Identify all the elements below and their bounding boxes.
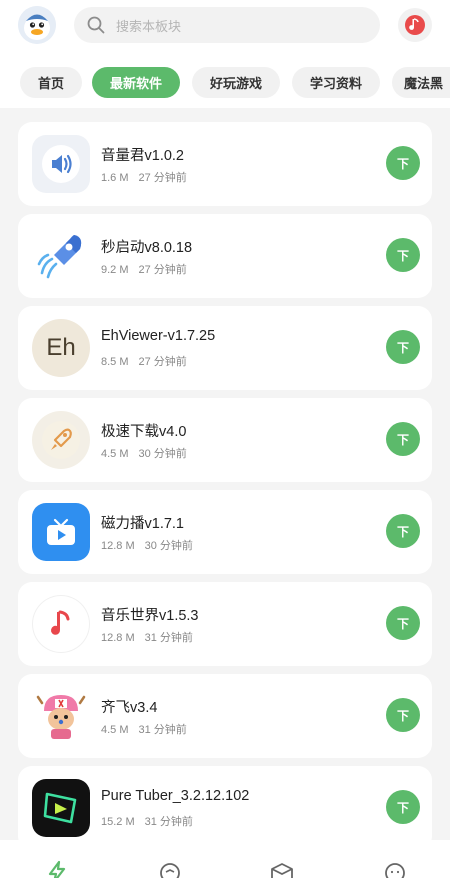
chat-bubble-icon [160,863,180,878]
nav-profile[interactable] [381,860,409,878]
app-meta: 9.2 M 27 分钟前 [101,261,187,277]
tab-magic[interactable]: 魔法黑 [392,67,450,98]
app-size: 8.5 M [101,356,129,368]
app-meta: 4.5 M 31 分钟前 [101,721,187,737]
app-name: 秒启动v8.0.18 [101,240,193,256]
lightning-icon [48,860,66,878]
list-item[interactable]: Eh EhViewer-v1.7.25 8.5 M 27 分钟前 下 [18,306,432,390]
download-button[interactable]: 下 [386,330,420,364]
rocket-badge-icon [32,411,90,469]
download-button[interactable]: 下 [386,514,420,548]
app-size: 9.2 M [101,264,129,276]
app-time: 27 分钟前 [138,172,187,184]
app-size: 1.6 M [101,172,129,184]
download-button[interactable]: 下 [386,238,420,272]
download-button[interactable]: 下 [386,606,420,640]
app-size: 12.8 M [101,632,135,644]
app-name: 音量君v1.0.2 [101,148,184,164]
list-item[interactable]: 极速下载v4.0 4.5 M 30 分钟前 下 [18,398,432,482]
pure-tuber-icon [32,779,90,837]
app-time: 31 分钟前 [138,724,187,736]
eh-icon: Eh [32,319,90,377]
rocket-icon [32,227,90,285]
music-disc-icon [405,15,425,35]
list-item[interactable]: 音乐世界v1.5.3 12.8 M 31 分钟前 下 [18,582,432,666]
tv-play-icon [32,503,90,561]
app-name: 极速下载v4.0 [101,424,187,440]
app-name: 音乐世界v1.5.3 [101,608,199,624]
app-meta: 12.8 M 30 分钟前 [101,537,193,553]
app-meta: 12.8 M 31 分钟前 [101,629,193,645]
search-icon [87,16,105,34]
app-size: 4.5 M [101,448,129,460]
app-meta: 4.5 M 30 分钟前 [101,445,187,461]
app-meta: 1.6 M 27 分钟前 [101,169,187,185]
app-name: 磁力播v1.7.1 [101,516,184,532]
nav-home[interactable] [43,860,71,878]
app-time: 31 分钟前 [144,816,193,828]
chopper-icon [32,687,90,745]
music-note-icon [32,595,90,653]
app-size: 12.8 M [101,540,135,552]
face-icon [385,863,405,878]
music-player-button[interactable] [398,8,432,42]
app-name: 齐飞v3.4 [101,700,158,716]
bottom-nav [0,840,450,878]
list-item[interactable]: 齐飞v3.4 4.5 M 31 分钟前 下 [18,674,432,758]
app-size: 4.5 M [101,724,129,736]
tab-home[interactable]: 首页 [20,67,82,98]
app-time: 27 分钟前 [138,356,187,368]
search-bar[interactable]: 搜索本板块 [74,7,380,43]
app-meta: 15.2 M 31 分钟前 [101,813,193,829]
app-name: Pure Tuber_3.2.12.102 [101,788,250,804]
search-placeholder: 搜索本板块 [116,18,182,34]
volume-icon [32,135,90,193]
list-item[interactable]: 音量君v1.0.2 1.6 M 27 分钟前 下 [18,122,432,206]
nav-box[interactable] [268,860,296,878]
eh-icon-text: Eh [46,334,76,361]
list-item[interactable]: 秒启动v8.0.18 9.2 M 27 分钟前 下 [18,214,432,298]
download-button[interactable]: 下 [386,790,420,824]
list-item[interactable]: 磁力播v1.7.1 12.8 M 30 分钟前 下 [18,490,432,574]
list-item[interactable]: Pure Tuber_3.2.12.102 15.2 M 31 分钟前 下 [18,766,432,840]
app-time: 31 分钟前 [144,632,193,644]
app-time: 27 分钟前 [138,264,187,276]
app-list: 音量君v1.0.2 1.6 M 27 分钟前 下 秒启动v8.0.18 9.2 M… [0,108,450,840]
tab-latest-software[interactable]: 最新软件 [92,67,180,98]
app-size: 15.2 M [101,816,135,828]
top-bar: 搜索本板块 [0,0,450,52]
tab-study-materials[interactable]: 学习资料 [292,67,380,98]
user-avatar[interactable] [18,6,56,44]
app-meta: 8.5 M 27 分钟前 [101,353,187,369]
duck-avatar-icon [18,6,56,44]
app-time: 30 分钟前 [138,448,187,460]
app-name: EhViewer-v1.7.25 [101,328,216,344]
tab-fun-games[interactable]: 好玩游戏 [192,67,280,98]
app-time: 30 分钟前 [144,540,193,552]
box-icon [271,863,293,878]
download-button[interactable]: 下 [386,146,420,180]
download-button[interactable]: 下 [386,422,420,456]
category-tabs: 首页 最新软件 好玩游戏 学习资料 魔法黑 [0,62,450,100]
nav-discover[interactable] [156,860,184,878]
download-button[interactable]: 下 [386,698,420,732]
